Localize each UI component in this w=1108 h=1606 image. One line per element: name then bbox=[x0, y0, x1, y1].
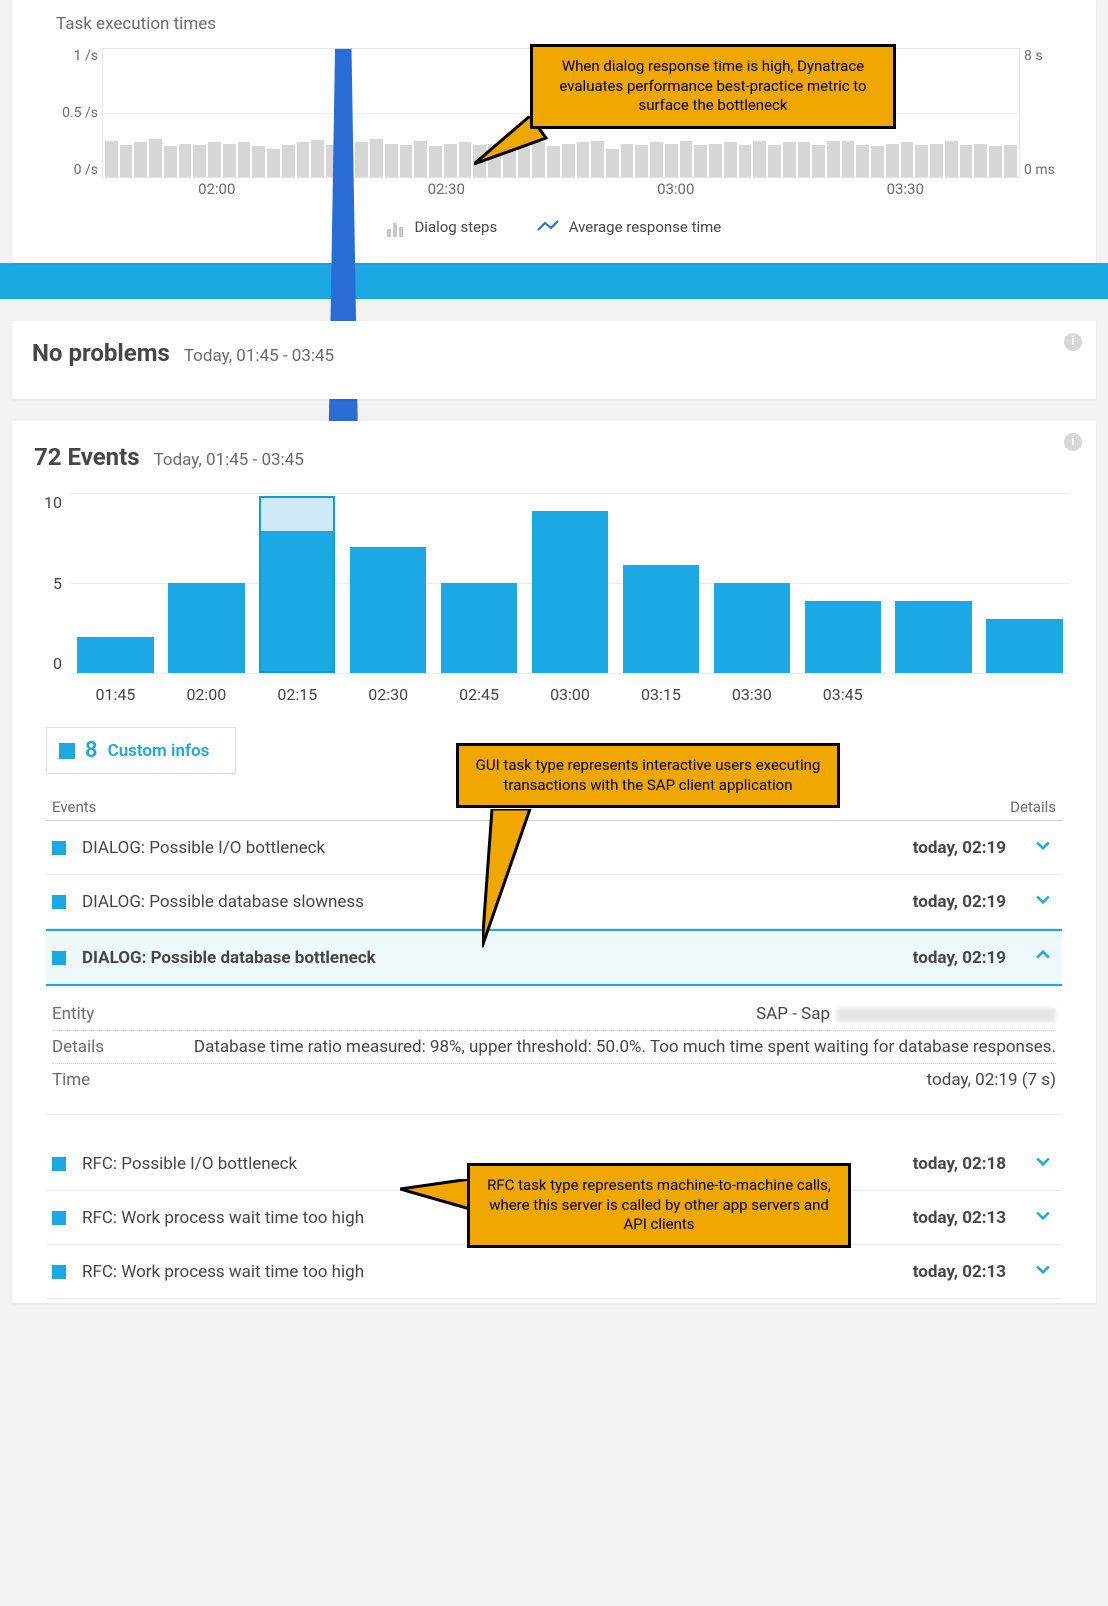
event-bar[interactable] bbox=[77, 637, 153, 673]
callout-gui-task: GUI task type represents interactive use… bbox=[456, 743, 840, 808]
event-label: RFC: Work process wait time too high bbox=[82, 1262, 913, 1282]
details-label: Details bbox=[52, 1037, 192, 1057]
entity-value: SAP - Sap bbox=[192, 1004, 1056, 1024]
problems-card: i No problems Today, 01:45 - 03:45 bbox=[12, 321, 1096, 399]
xaxis-tick: 03:15 bbox=[615, 677, 706, 713]
custom-infos-filter[interactable]: 8 Custom infos bbox=[46, 727, 236, 774]
event-row[interactable]: RFC: Work process wait time too hightoda… bbox=[46, 1245, 1062, 1299]
xaxis-tick: 02:00 bbox=[161, 677, 252, 713]
event-bar[interactable] bbox=[168, 583, 244, 673]
task-xaxis: 02:00 02:30 03:00 03:30 bbox=[102, 174, 1020, 208]
xaxis-tick: 03:00 bbox=[525, 677, 616, 713]
event-timestamp: today, 02:19 bbox=[913, 838, 1006, 858]
yaxis-left-tick: 0 /s bbox=[46, 162, 98, 178]
square-icon bbox=[52, 951, 66, 965]
event-bar[interactable] bbox=[714, 583, 790, 673]
time-label: Time bbox=[52, 1070, 192, 1090]
xaxis-tick: 03:45 bbox=[797, 677, 888, 713]
problems-heading: No problems bbox=[32, 339, 170, 367]
event-timestamp: today, 02:13 bbox=[913, 1262, 1006, 1282]
events-chart[interactable]: 10 5 0 01:4502:0002:1502:3002:4503:0003:… bbox=[46, 493, 1070, 713]
event-bar[interactable] bbox=[895, 601, 971, 673]
chevron-down-icon[interactable] bbox=[1030, 1151, 1056, 1176]
problems-timerange: Today, 01:45 - 03:45 bbox=[184, 346, 334, 366]
yaxis-right-tick: 8 s bbox=[1024, 48, 1072, 64]
entity-label: Entity bbox=[52, 1004, 192, 1024]
xaxis-tick: 02:00 bbox=[198, 180, 235, 198]
event-label: DIALOG: Possible database bottleneck bbox=[82, 948, 913, 968]
square-icon bbox=[52, 841, 66, 855]
task-exec-title: Task execution times bbox=[12, 0, 1096, 40]
callout-rfc-task: RFC task type represents machine-to-mach… bbox=[467, 1163, 851, 1248]
events-heading: 72 Events bbox=[34, 443, 140, 471]
yaxis-right-tick: 0 ms bbox=[1024, 162, 1072, 178]
xaxis-tick: 02:30 bbox=[343, 677, 434, 713]
event-bar[interactable] bbox=[259, 529, 335, 673]
event-bar[interactable] bbox=[441, 583, 517, 673]
info-icon[interactable]: i bbox=[1064, 433, 1082, 451]
details-value: Database time ratio measured: 98%, upper… bbox=[192, 1037, 1056, 1057]
square-icon bbox=[52, 1211, 66, 1225]
yaxis-left-tick: 0.5 /s bbox=[46, 105, 98, 121]
custom-infos-count: 8 bbox=[85, 738, 98, 763]
xaxis-tick: 02:30 bbox=[428, 180, 465, 198]
xaxis-tick: 01:45 bbox=[70, 677, 161, 713]
event-timestamp: today, 02:19 bbox=[913, 948, 1006, 968]
square-icon bbox=[52, 895, 66, 909]
chevron-down-icon[interactable] bbox=[1030, 889, 1056, 914]
details-col-header: Details bbox=[966, 798, 1056, 816]
event-bar[interactable] bbox=[532, 511, 608, 673]
event-bar[interactable] bbox=[805, 601, 881, 673]
event-detail: EntitySAP - SapDetailsDatabase time rati… bbox=[46, 986, 1062, 1115]
xaxis-tick: 03:30 bbox=[706, 677, 797, 713]
square-icon bbox=[52, 1265, 66, 1279]
info-icon[interactable]: i bbox=[1064, 333, 1082, 351]
chevron-down-icon[interactable] bbox=[1030, 835, 1056, 860]
callout-response-time: When dialog response time is high, Dynat… bbox=[530, 44, 896, 129]
event-timestamp: today, 02:19 bbox=[913, 892, 1006, 912]
xaxis-tick: 02:15 bbox=[252, 677, 343, 713]
yaxis-tick: 5 bbox=[32, 574, 62, 593]
custom-infos-label: Custom infos bbox=[108, 741, 210, 761]
xaxis-tick: 03:30 bbox=[887, 180, 924, 198]
time-value: today, 02:19 (7 s) bbox=[192, 1070, 1056, 1090]
chevron-down-icon[interactable] bbox=[1030, 1259, 1056, 1284]
event-bar[interactable] bbox=[350, 547, 426, 673]
chevron-down-icon[interactable] bbox=[1030, 1205, 1056, 1230]
task-yaxis-right: 8 s 0 ms bbox=[1024, 48, 1072, 178]
events-xaxis: 01:4502:0002:1502:3002:4503:0003:1503:30… bbox=[70, 677, 1070, 713]
xaxis-tick: 03:00 bbox=[657, 180, 694, 198]
task-yaxis-left: 1 /s 0.5 /s 0 /s bbox=[46, 48, 98, 178]
event-timestamp: today, 02:13 bbox=[913, 1208, 1006, 1228]
xaxis-tick: 02:45 bbox=[434, 677, 525, 713]
square-icon bbox=[52, 1157, 66, 1171]
square-icon bbox=[59, 743, 75, 759]
events-yaxis: 10 5 0 bbox=[32, 493, 62, 673]
yaxis-tick: 10 bbox=[32, 493, 62, 512]
chevron-up-icon[interactable] bbox=[1030, 945, 1056, 970]
yaxis-tick: 0 bbox=[32, 654, 62, 673]
yaxis-left-tick: 1 /s bbox=[46, 48, 98, 64]
event-timestamp: today, 02:18 bbox=[913, 1154, 1006, 1174]
event-bar[interactable] bbox=[623, 565, 699, 673]
event-bar[interactable] bbox=[986, 619, 1062, 673]
events-timerange: Today, 01:45 - 03:45 bbox=[154, 450, 304, 470]
